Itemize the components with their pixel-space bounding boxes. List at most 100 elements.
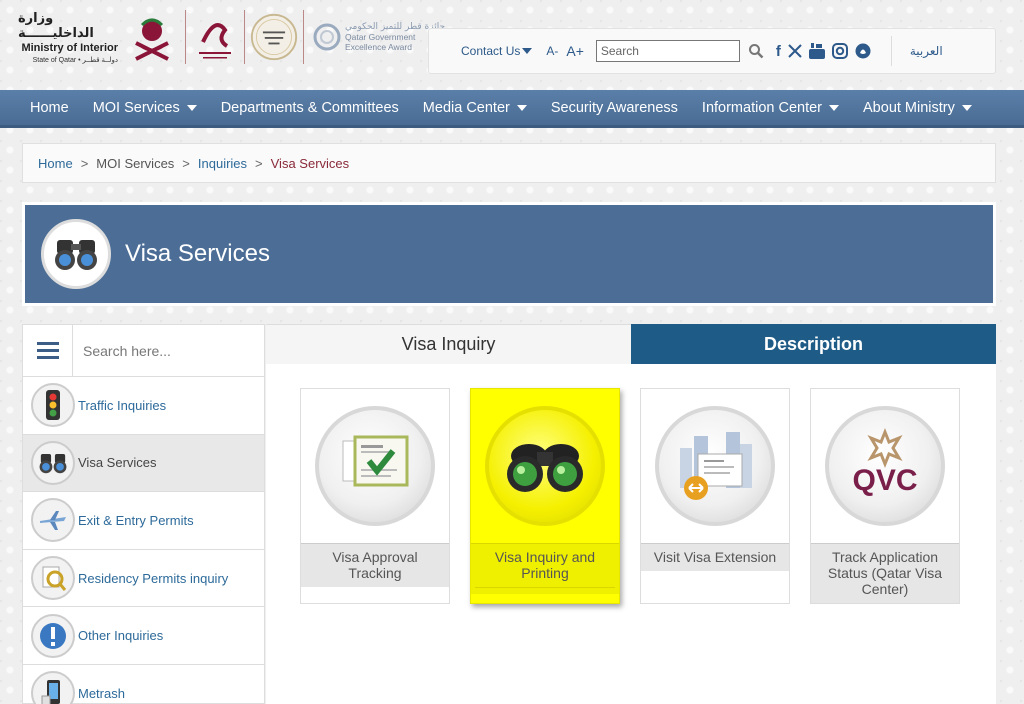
excellence-award-logo: جائزة قطر للتميز الحكومي Qatar Governmen…	[313, 22, 445, 52]
nav-item-label: Departments & Committees	[220, 99, 399, 116]
nav-item-label: Information Center	[701, 99, 823, 116]
tab-visa-inquiry[interactable]: Visa Inquiry	[266, 324, 631, 364]
sidebar-item-label: Residency Permits inquiry	[78, 570, 229, 586]
sidebar-search-input[interactable]: Search here...	[83, 343, 171, 359]
logo-divider	[244, 10, 245, 64]
search-input[interactable]: Search	[595, 40, 740, 62]
breadcrumb-separator: >	[255, 155, 263, 171]
chevron-down-icon	[829, 104, 840, 111]
traffic-light-icon	[31, 383, 75, 428]
font-decrease-button[interactable]: A-	[546, 44, 558, 58]
national-vision-logo	[191, 9, 239, 65]
binoculars-icon	[31, 440, 75, 485]
main-content: Visa Inquiry Description Visa Approval T…	[266, 324, 996, 704]
card-label-text: Visa Inquiry and Printing	[494, 549, 596, 581]
logo-divider	[303, 10, 304, 64]
contact-us-label: Contact Us	[461, 44, 521, 58]
breadcrumb-current: Visa Services	[270, 155, 350, 171]
moi-logo-arabic: وزارة الداخليــــــة	[18, 10, 94, 41]
card-label: Track Application Status (Qatar Visa Cen…	[811, 543, 959, 603]
approved-document-icon	[315, 406, 435, 526]
card-visit-visa-extension[interactable]: Visit Visa Extension	[640, 388, 790, 604]
font-increase-button[interactable]: A+	[566, 43, 584, 59]
sidebar: Search here... Traffic Inquiries Visa Se…	[22, 324, 265, 704]
binoculars-icon	[485, 406, 605, 526]
sidebar-item-metrash[interactable]: Metrash	[23, 665, 264, 704]
sidebar-item-other-inquiries[interactable]: Other Inquiries	[23, 607, 264, 665]
contact-us-dropdown[interactable]: Contact Us	[461, 44, 533, 58]
chevron-down-icon	[522, 48, 533, 54]
sidebar-item-visa-services[interactable]: Visa Services	[23, 434, 264, 493]
nav-item-media-center[interactable]: Media Center	[411, 100, 539, 116]
sidebar-item-label: Exit & Entry Permits	[78, 512, 194, 528]
magnifier-document-icon	[31, 556, 75, 601]
exclamation-icon	[31, 613, 75, 658]
breadcrumb: Home > MOI Services > Inquiries > Visa S…	[22, 143, 996, 183]
nav-item-home[interactable]: Home	[0, 100, 81, 116]
qvc-logo-icon: QVC	[825, 406, 945, 526]
header-tools: Contact Us A- A+ Search f العربية	[428, 28, 996, 74]
card-label: Visa Inquiry and Printing	[471, 543, 619, 594]
nav-item-label: Security Awareness	[550, 99, 678, 116]
nav-item-label: Media Center	[422, 99, 510, 116]
sidebar-item-exit-entry-permits[interactable]: Exit & Entry Permits	[23, 492, 264, 550]
sidebar-item-label: Traffic Inquiries	[78, 397, 167, 413]
snapchat-icon[interactable]	[855, 43, 871, 59]
chevron-down-icon	[516, 104, 527, 111]
nav-item-label: MOI Services	[92, 99, 180, 116]
sidebar-search: Search here...	[23, 324, 264, 377]
moi-logo-subtitle: State of Qatar • دولــة قطــر	[32, 56, 118, 64]
chevron-down-icon	[186, 104, 197, 111]
site-header: وزارة الداخليــــــة Ministry of Interio…	[0, 0, 1024, 90]
moi-logo-english: Ministry of Interior	[21, 41, 118, 54]
main-nav: Home MOI Services Departments & Committe…	[0, 90, 1024, 128]
nav-item-label: About Ministry	[863, 99, 955, 116]
city-documents-icon	[655, 406, 775, 526]
breadcrumb-inquiries[interactable]: Inquiries	[198, 156, 247, 171]
card-visa-approval-tracking[interactable]: Visa Approval Tracking	[300, 388, 450, 604]
social-links: f	[776, 42, 871, 60]
search-icon[interactable]	[748, 43, 764, 59]
tab-bar: Visa Inquiry Description	[266, 324, 996, 364]
nav-item-label: Home	[30, 99, 69, 116]
moi-logo[interactable]: وزارة الداخليــــــة Ministry of Interio…	[18, 11, 118, 64]
winner-badge	[250, 9, 298, 65]
binoculars-icon	[41, 219, 111, 289]
nav-item-departments[interactable]: Departments & Committees	[209, 100, 411, 116]
sidebar-item-label: Metrash	[78, 685, 125, 701]
vision-logo-icon	[199, 23, 231, 59]
card-label: Visit Visa Extension	[641, 543, 789, 571]
sidebar-item-traffic-inquiries[interactable]: Traffic Inquiries	[23, 377, 264, 435]
qatar-emblem-icon	[135, 18, 169, 61]
card-label: Visa Approval Tracking	[301, 543, 449, 587]
language-switch-link[interactable]: العربية	[890, 36, 943, 66]
card-track-application-status[interactable]: QVC Track Application Status (Qatar Visa…	[810, 388, 960, 604]
card-visa-inquiry-printing[interactable]: Visa Inquiry and Printing	[470, 388, 620, 604]
breadcrumb-moi-services: MOI Services	[96, 155, 175, 171]
sidebar-item-label: Other Inquiries	[78, 628, 164, 644]
sidebar-item-residency-permits[interactable]: Residency Permits inquiry	[23, 550, 264, 608]
nav-item-information-center[interactable]: Information Center	[690, 100, 851, 116]
facebook-icon[interactable]: f	[776, 43, 781, 60]
award-ring-icon	[313, 23, 341, 51]
airplane-icon	[31, 498, 75, 543]
breadcrumb-separator: >	[80, 155, 89, 171]
award-badge-icon	[250, 13, 298, 61]
instagram-icon[interactable]	[831, 43, 848, 59]
chevron-down-icon	[961, 104, 972, 111]
logo-group: وزارة الداخليــــــة Ministry of Interio…	[18, 6, 445, 68]
x-twitter-icon[interactable]	[788, 44, 802, 58]
svg-text:QVC: QVC	[852, 464, 917, 497]
youtube-icon[interactable]	[808, 42, 825, 60]
service-cards: Visa Approval Tracking Visa Inquiry and …	[300, 388, 960, 604]
nav-item-moi-services[interactable]: MOI Services	[81, 100, 209, 116]
page-banner: Visa Services	[22, 202, 996, 306]
hamburger-menu-icon[interactable]	[23, 324, 73, 377]
sidebar-item-label: Visa Services	[78, 455, 157, 471]
tab-description[interactable]: Description	[631, 324, 996, 364]
nav-item-security-awareness[interactable]: Security Awareness	[539, 100, 690, 116]
breadcrumb-home[interactable]: Home	[38, 156, 73, 171]
nav-item-about-ministry[interactable]: About Ministry	[851, 100, 984, 116]
phone-app-icon	[31, 671, 75, 704]
breadcrumb-separator: >	[182, 155, 190, 171]
